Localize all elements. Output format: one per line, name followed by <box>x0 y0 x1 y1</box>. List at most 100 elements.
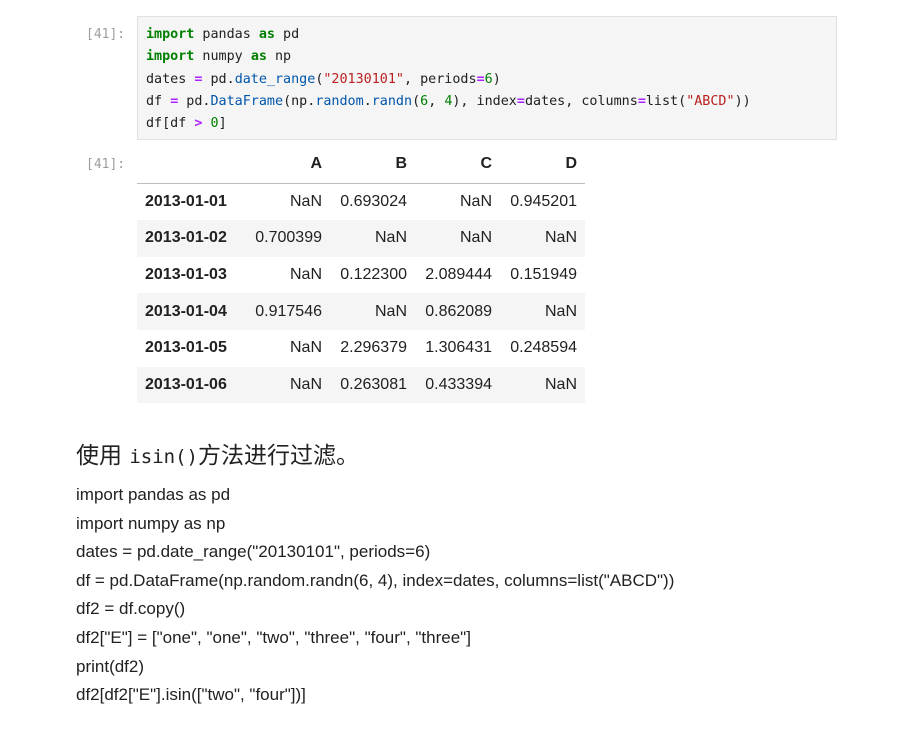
column-header: A <box>245 146 330 184</box>
code-token: "20130101" <box>323 71 404 87</box>
code-token: as <box>250 49 267 65</box>
code-token: )) <box>734 93 751 109</box>
output-prompt: [41]: <box>86 157 126 172</box>
table-row: 2013-01-04 0.917546 NaN 0.862089 NaN <box>137 293 585 330</box>
table-cell: NaN <box>289 339 322 357</box>
markdown-code-line: import numpy as np <box>76 513 226 533</box>
markdown-code-line: df = pd.DataFrame(np.random.randn(6, 4),… <box>76 570 675 590</box>
table-cell: 2.089444 <box>425 266 492 284</box>
code-token: dates <box>146 71 195 87</box>
markdown-code-line: df2 = df.copy() <box>76 599 186 619</box>
table-cell: 0.862089 <box>425 302 492 320</box>
code-cell-editor[interactable]: import pandas as pd import numpy as np dat… <box>137 16 837 140</box>
index-header <box>137 146 245 184</box>
code-token: 6 <box>420 93 429 109</box>
code-token: , periods <box>404 71 477 87</box>
code-token: dates, columns <box>524 93 638 109</box>
table-cell: 1.306431 <box>425 339 492 357</box>
code-token: pandas <box>194 27 259 42</box>
code-token: ) <box>492 71 501 87</box>
code-token: = <box>637 93 646 109</box>
code-token: numpy <box>194 49 251 65</box>
heading-inline-code: isin() <box>129 446 198 468</box>
table-row: 2013-01-02 0.700399 NaN NaN NaN <box>137 220 585 257</box>
markdown-code-line: df2["E"] = ["one", "one", "two", "three"… <box>76 627 471 647</box>
row-index: 2013-01-02 <box>145 229 227 247</box>
row-index: 2013-01-01 <box>145 192 227 210</box>
code-token: df <box>146 93 171 109</box>
code-token: pd <box>275 27 300 42</box>
markdown-code-line: print(df2) <box>76 656 145 676</box>
code-token: import <box>146 27 195 42</box>
table-row: 2013-01-05 NaN 2.296379 1.306431 0.24859… <box>137 330 585 367</box>
table-cell: 0.945201 <box>510 192 577 210</box>
table-cell: 2.296379 <box>340 339 407 357</box>
heading-text-prefix: 使用 <box>76 443 130 469</box>
code-line: df[df > 0] <box>146 113 828 135</box>
code-token: 6 <box>484 71 493 87</box>
table-cell: NaN <box>289 375 322 393</box>
table-cell: NaN <box>289 266 322 284</box>
code-line: import pandas as pd <box>146 24 828 46</box>
table-header-row: A B C D <box>137 146 585 184</box>
table-row: 2013-01-06 NaN 0.263081 0.433394 NaN <box>137 366 585 404</box>
column-header: D <box>500 146 585 184</box>
code-token: . <box>363 93 372 109</box>
table-cell: 0.917546 <box>255 302 322 320</box>
markdown-code-line: dates = pd.date_range("20130101", period… <box>76 542 431 562</box>
code-token: random <box>315 93 364 109</box>
row-index: 2013-01-05 <box>145 339 227 357</box>
markdown-code-line: import pandas as pd <box>76 485 231 504</box>
dataframe-output-table: A B C D 2013-01-01 NaN 0.693024 NaN 0.94… <box>137 146 585 404</box>
column-header: B <box>330 146 415 184</box>
code-token: np <box>266 49 292 65</box>
table-cell: NaN <box>544 229 577 247</box>
code-token: 0 <box>210 116 219 132</box>
table-cell: NaN <box>459 229 492 247</box>
code-token: import <box>146 49 195 65</box>
heading-text-suffix: 方法进行过滤。 <box>197 443 359 469</box>
code-token: = <box>516 93 525 109</box>
code-lines: import pandas as pd import numpy as np dat… <box>146 24 828 135</box>
code-token: ] <box>218 116 227 132</box>
table-cell: NaN <box>459 192 492 210</box>
code-line: dates = pd.date_range("20130101", period… <box>146 69 828 91</box>
table-cell: NaN <box>544 302 577 320</box>
column-header: C <box>415 146 500 184</box>
table-cell: NaN <box>544 375 577 393</box>
table-cell: 0.263081 <box>340 375 407 393</box>
code-token: pd. <box>202 71 235 87</box>
table-row: 2013-01-03 NaN 0.122300 2.089444 0.15194… <box>137 257 585 294</box>
table-cell: NaN <box>289 192 322 210</box>
table-cell: 0.122300 <box>340 266 407 284</box>
code-line: df = pd.DataFrame(np.random.randn(6, 4),… <box>146 91 828 113</box>
code-token: randn <box>371 93 413 109</box>
row-index: 2013-01-03 <box>145 266 227 284</box>
table-cell: 0.693024 <box>340 192 407 210</box>
table-cell: NaN <box>374 302 407 320</box>
code-token: DataFrame <box>210 93 284 109</box>
row-index: 2013-01-04 <box>145 302 227 320</box>
table-cell: NaN <box>374 229 407 247</box>
table-cell: 0.151949 <box>510 266 577 284</box>
table-row: 2013-01-01 NaN 0.693024 NaN 0.945201 <box>137 183 585 220</box>
code-token: date_range <box>234 71 316 87</box>
code-token: (np. <box>283 93 316 109</box>
code-token: ), index <box>452 93 517 109</box>
input-prompt: [41]: <box>86 27 126 42</box>
code-token: pd. <box>178 93 211 109</box>
code-token: ( <box>412 93 421 109</box>
code-token: , <box>428 93 445 109</box>
code-line: import numpy as np <box>146 46 828 68</box>
table-cell: 0.700399 <box>255 229 322 247</box>
code-token: = <box>476 71 485 87</box>
markdown-code-line: df2[df2["E"].isin(["two", "four"])] <box>76 685 306 705</box>
table-cell: 0.433394 <box>425 375 492 393</box>
code-token: list( <box>645 93 687 109</box>
table-cell: 0.248594 <box>510 339 577 357</box>
code-token: "ABCD" <box>686 93 735 109</box>
row-index: 2013-01-06 <box>145 375 227 393</box>
code-token: as <box>258 27 275 42</box>
code-token: df[df <box>146 116 195 132</box>
